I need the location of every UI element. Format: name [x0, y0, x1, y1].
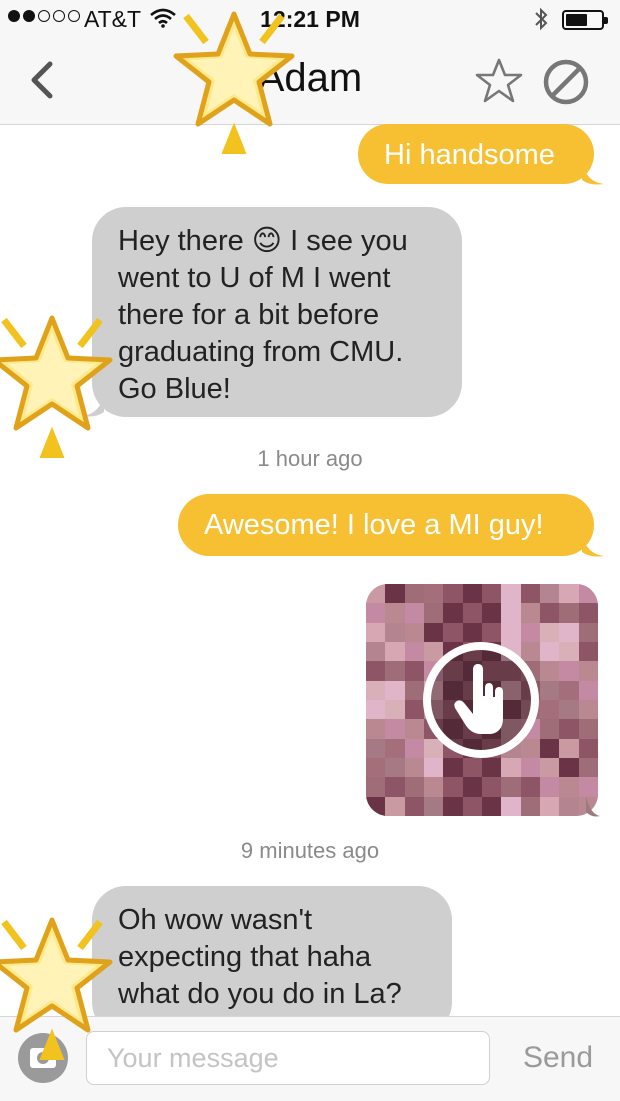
conversation-title: Adam: [257, 56, 363, 100]
favorite-button[interactable]: [474, 56, 524, 106]
message-line: there for a bit before: [118, 299, 380, 331]
bluetooth-icon: [532, 6, 550, 38]
incoming-message: Hey there 😊 I see you went to U of M I w…: [92, 207, 462, 417]
status-bar: AT&T 12:21 PM: [0, 0, 620, 38]
message-input-bar: Send: [0, 1016, 620, 1101]
message-timestamp: 9 minutes ago: [240, 838, 380, 863]
bubble-tail: [586, 796, 600, 817]
send-button[interactable]: Send: [508, 1041, 608, 1075]
incoming-message: Oh wow wasn't expecting that haha what d…: [92, 886, 452, 1036]
message-text: Awesome! I love a MI guy!: [204, 509, 544, 541]
bubble-tail: [582, 534, 604, 557]
message-line: expecting that haha: [118, 941, 372, 973]
outgoing-message: Awesome! I love a MI guy!: [178, 494, 594, 556]
block-button[interactable]: [540, 56, 592, 108]
camera-button[interactable]: [16, 1031, 70, 1085]
star-outline-icon: [475, 58, 523, 103]
bubble-tail: [82, 394, 104, 417]
battery-icon: [562, 10, 608, 30]
camera-icon: [18, 1033, 68, 1083]
message-input[interactable]: [86, 1031, 490, 1085]
status-time: 12:21 PM: [260, 6, 360, 32]
message-timestamp: 1 hour ago: [257, 446, 363, 471]
message-line: Oh wow wasn't: [118, 904, 313, 936]
message-line: graduating from CMU.: [118, 336, 404, 368]
tap-hand-icon[interactable]: [421, 640, 541, 760]
photo-message[interactable]: [366, 584, 598, 816]
message-line: what do you do in La?: [118, 978, 402, 1010]
message-line: went to U of M I went: [118, 262, 391, 294]
bubble-tail: [582, 162, 604, 185]
block-icon: [543, 59, 589, 105]
message-line: Go Blue!: [118, 373, 231, 405]
message-line: Hey there 😊 I see you: [118, 225, 408, 257]
nav-bar: Adam: [0, 38, 620, 125]
outgoing-message: Hi handsome: [358, 124, 594, 184]
message-text: Hi handsome: [384, 139, 555, 171]
